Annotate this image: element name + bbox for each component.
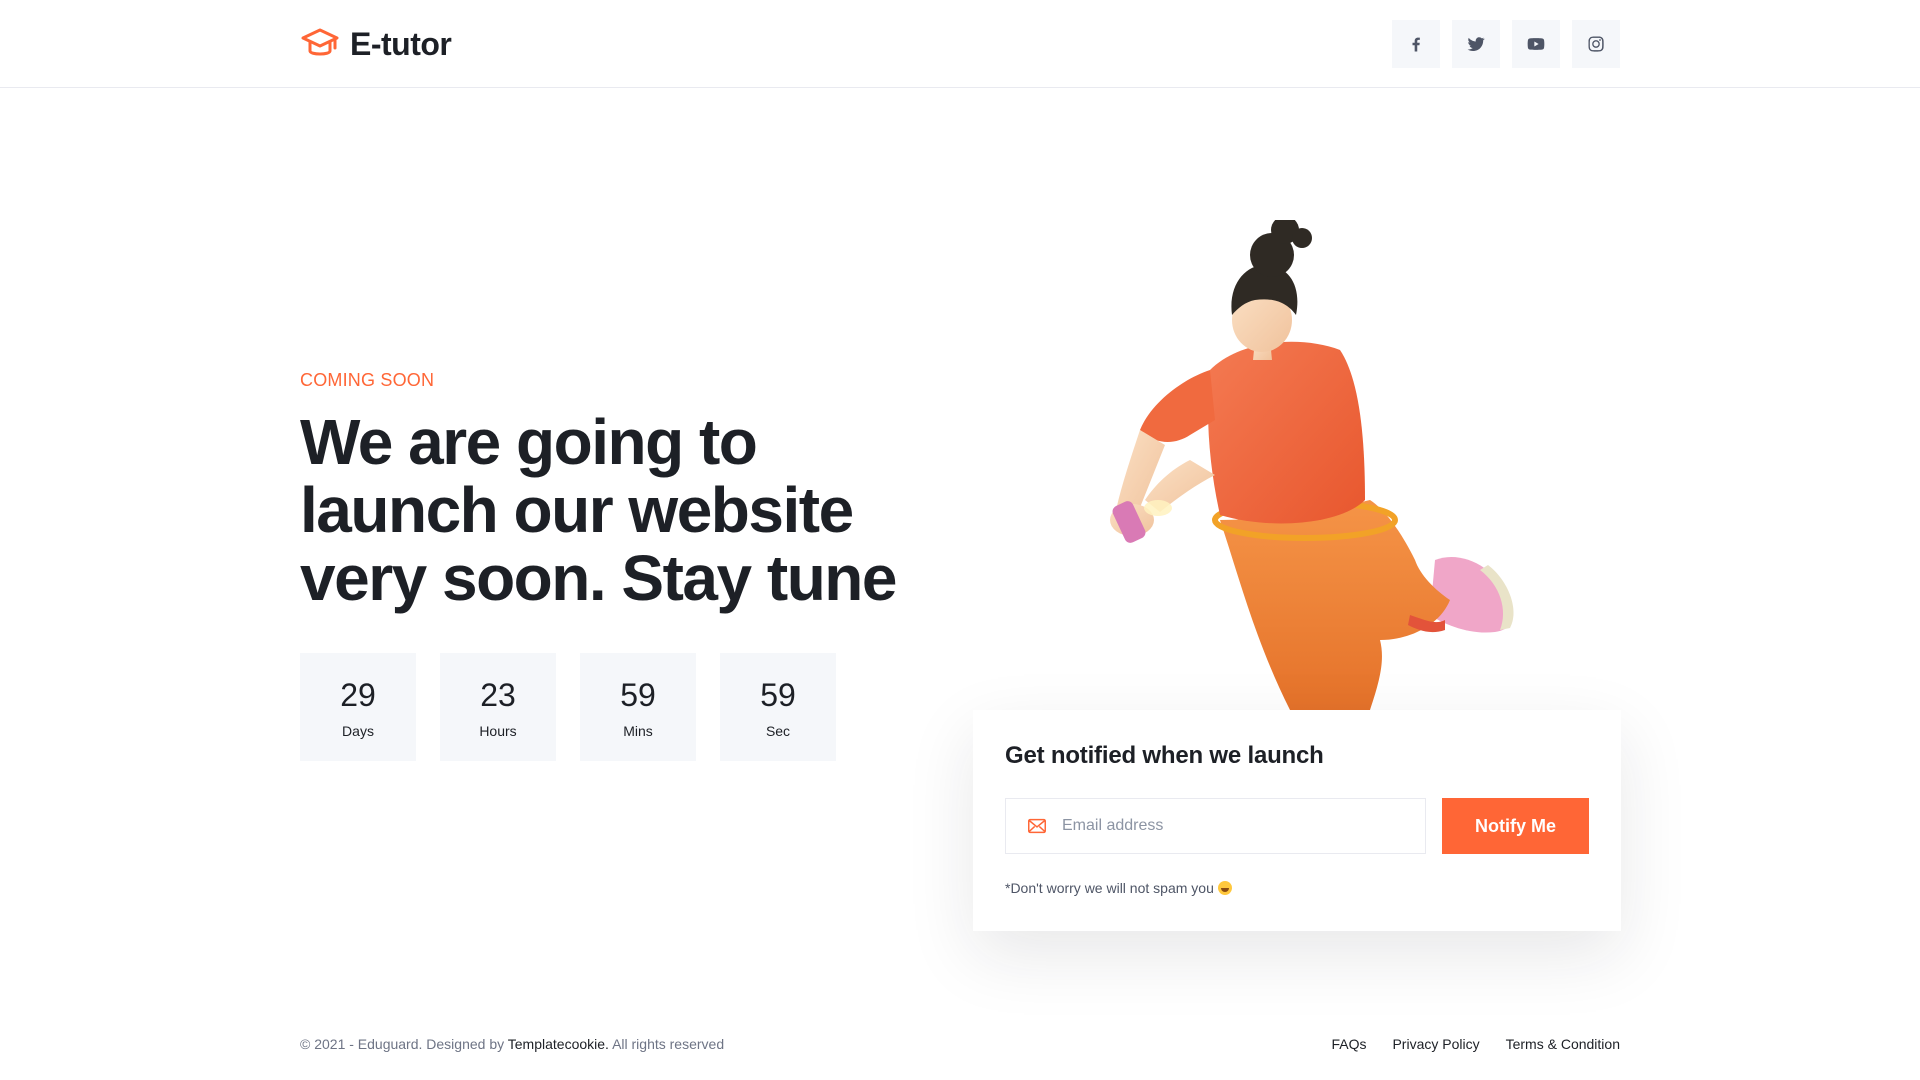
countdown-value: 23: [480, 677, 516, 713]
faqs-link[interactable]: FAQs: [1331, 1036, 1366, 1052]
twitter-button[interactable]: [1452, 20, 1500, 68]
hero-illustration: [1110, 220, 1514, 710]
countdown-label: Hours: [479, 723, 517, 739]
smile-emoji-icon: [1217, 881, 1232, 895]
designer-link[interactable]: Templatecookie.: [508, 1036, 609, 1052]
notify-me-button[interactable]: Notify Me: [1442, 798, 1589, 854]
countdown-value: 59: [760, 677, 796, 713]
spam-disclaimer: *Don't worry we will not spam you: [1005, 880, 1232, 896]
envelope-icon: [1028, 818, 1046, 834]
countdown-label: Sec: [765, 723, 791, 739]
copyright-suffix: All rights reserved: [612, 1036, 725, 1052]
headline-line: We are going to: [300, 406, 758, 478]
notify-title: Get notified when we launch: [1005, 742, 1324, 769]
instagram-icon: [1588, 36, 1604, 52]
countdown-label: Mins: [623, 723, 653, 739]
countdown-value: 29: [340, 677, 376, 713]
notify-card: Get notified when we launch Notify Me *D…: [973, 710, 1621, 931]
social-links: [1392, 20, 1620, 68]
youtube-button[interactable]: [1512, 20, 1560, 68]
countdown-mins: 59 Mins: [580, 653, 696, 761]
twitter-icon: [1467, 37, 1485, 51]
disclaimer-text: *Don't worry we will not spam you: [1005, 880, 1214, 896]
footer-nav: FAQs Privacy Policy Terms & Condition: [1331, 1036, 1620, 1052]
countdown-label: Days: [342, 723, 374, 739]
headline-line: very soon. Stay tune: [300, 542, 897, 614]
countdown-value: 59: [620, 677, 656, 713]
countdown-sec: 59 Sec: [720, 653, 836, 761]
copyright-prefix: © 2021 - Eduguard. Designed by: [300, 1036, 505, 1052]
email-input[interactable]: [1062, 817, 1402, 835]
privacy-policy-link[interactable]: Privacy Policy: [1392, 1036, 1479, 1052]
logo[interactable]: E-tutor: [300, 24, 452, 64]
graduation-cap-icon: [301, 28, 339, 56]
facebook-button[interactable]: [1392, 20, 1440, 68]
coming-soon-label: COMING SOON: [300, 370, 435, 390]
copyright: © 2021 - Eduguard. Designed by Templatec…: [300, 1036, 724, 1052]
countdown-hours: 23 Hours: [440, 653, 556, 761]
youtube-icon: [1527, 38, 1545, 50]
email-field[interactable]: [1005, 798, 1426, 854]
facebook-icon: [1412, 37, 1420, 52]
countdown-days: 29 Days: [300, 653, 416, 761]
countdown-timer: 29 Days 23 Hours 59 Mins 59 Sec: [300, 653, 836, 761]
terms-link[interactable]: Terms & Condition: [1506, 1036, 1620, 1052]
brand-name: E-tutor: [350, 25, 452, 62]
instagram-button[interactable]: [1572, 20, 1620, 68]
site-header: E-tutor: [0, 0, 1920, 88]
headline-line: launch our website: [300, 474, 854, 546]
page-title: We are going to launch our website very …: [300, 408, 940, 612]
